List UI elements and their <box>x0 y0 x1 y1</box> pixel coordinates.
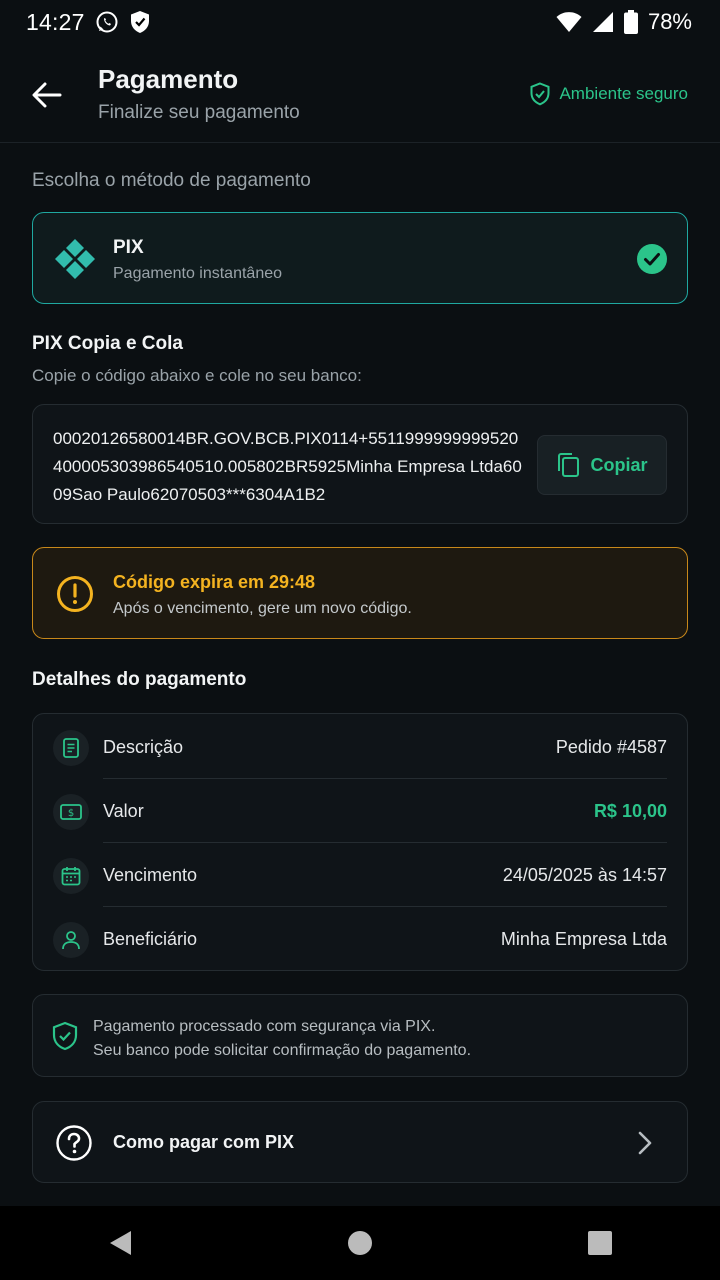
copy-label: Copiar <box>590 454 648 475</box>
signal-icon <box>592 12 613 32</box>
help-label: Como pagar com PIX <box>113 1132 295 1152</box>
detail-label: Descrição <box>103 737 184 757</box>
document-icon <box>53 729 89 766</box>
expiry-title: Código expira em 29:48 <box>113 572 316 592</box>
detail-label: Beneficiário <box>103 929 198 949</box>
square-recents-icon <box>588 1231 612 1255</box>
money-icon: $ <box>53 793 89 830</box>
page-subtitle: Finalize seu pagamento <box>98 102 300 123</box>
secure-label: Ambiente seguro <box>559 84 688 103</box>
detail-label: Valor <box>103 801 144 821</box>
battery-percentage: 78% <box>647 9 692 34</box>
app-header: Pagamento Finalize seu pagamento Ambient… <box>0 44 720 143</box>
shield-check-icon <box>530 82 550 106</box>
row-divider <box>103 842 667 843</box>
pix-code-card: 00020126580014BR.GOV.BCB.PIX0114+5511999… <box>32 404 688 524</box>
chevron-right-icon <box>638 1131 652 1155</box>
status-time: 14:27 <box>26 8 85 35</box>
row-divider <box>103 906 667 907</box>
circle-home-icon <box>348 1231 372 1255</box>
user-icon <box>53 921 89 958</box>
calendar-icon <box>53 857 89 894</box>
shield-check-icon <box>52 1021 78 1051</box>
detail-label: Vencimento <box>103 865 198 885</box>
detail-row-amount: $ Valor R$ 10,00 <box>53 780 667 843</box>
nav-recents-button[interactable] <box>570 1213 630 1273</box>
row-divider <box>103 778 667 779</box>
security-note-line: Pagamento processado com segurança via P… <box>93 1018 436 1035</box>
nav-back-button[interactable] <box>90 1213 150 1273</box>
help-how-to-pay[interactable]: Como pagar com PIX <box>32 1101 688 1183</box>
security-note-line: Seu banco pode solicitar confirmação do … <box>93 1042 472 1059</box>
whatsapp-icon <box>96 11 118 33</box>
security-note-text: Pagamento processado com segurança via P… <box>93 1015 471 1063</box>
pix-copy-title: PIX Copia e Cola <box>32 333 183 354</box>
detail-row-beneficiary: Beneficiário Minha Empresa Ltda <box>53 908 667 971</box>
detail-row-due-date: Vencimento 24/05/2025 às 14:57 <box>53 844 667 907</box>
pix-copy-hint: Copie o código abaixo e cole no seu banc… <box>32 366 362 385</box>
method-description: Pagamento instantâneo <box>113 265 283 282</box>
detail-value: 24/05/2025 às 14:57 <box>502 865 667 885</box>
triangle-back-icon <box>110 1231 131 1255</box>
detail-value: Minha Empresa Ltda <box>500 929 667 949</box>
nav-home-button[interactable] <box>330 1213 390 1273</box>
shield-notification-icon <box>130 11 149 33</box>
wifi-icon <box>556 12 582 32</box>
expiry-description: Após o vencimento, gere um novo código. <box>113 600 412 617</box>
security-note: Pagamento processado com segurança via P… <box>32 994 688 1077</box>
copy-icon <box>558 453 580 477</box>
svg-text:$: $ <box>68 808 74 819</box>
detail-row-description: Descrição Pedido #4587 <box>53 716 667 779</box>
help-circle-icon <box>56 1125 92 1161</box>
details-title: Detalhes do pagamento <box>32 669 247 690</box>
battery-icon <box>623 10 638 34</box>
alert-circle-icon <box>57 576 93 612</box>
back-button[interactable] <box>26 74 68 116</box>
method-name: PIX <box>113 237 144 258</box>
arrow-left-icon <box>32 82 62 108</box>
system-navigation-bar <box>0 1206 720 1280</box>
method-section-label: Escolha o método de pagamento <box>32 170 311 191</box>
payment-details-card: Descrição Pedido #4587 $ Valor R$ 10,00 <box>32 713 688 971</box>
detail-value: Pedido #4587 <box>555 737 667 757</box>
page-title: Pagamento <box>98 64 239 94</box>
detail-value-amount: R$ 10,00 <box>593 801 667 821</box>
status-bar: 14:27 78% <box>0 0 720 44</box>
payment-screen: 14:27 78% Pagamento Finalize seu pagamen… <box>0 0 720 1280</box>
check-circle-icon <box>637 244 667 274</box>
expiry-warning: Código expira em 29:48 Após o vencimento… <box>32 547 688 639</box>
secure-environment-badge: Ambiente seguro <box>529 82 688 106</box>
pix-logo-icon <box>55 239 95 279</box>
pix-code-text[interactable]: 00020126580014BR.GOV.BCB.PIX0114+5511999… <box>53 425 523 509</box>
copy-button[interactable]: Copiar <box>537 435 667 495</box>
payment-method-pix[interactable]: PIX Pagamento instantâneo <box>32 212 688 304</box>
